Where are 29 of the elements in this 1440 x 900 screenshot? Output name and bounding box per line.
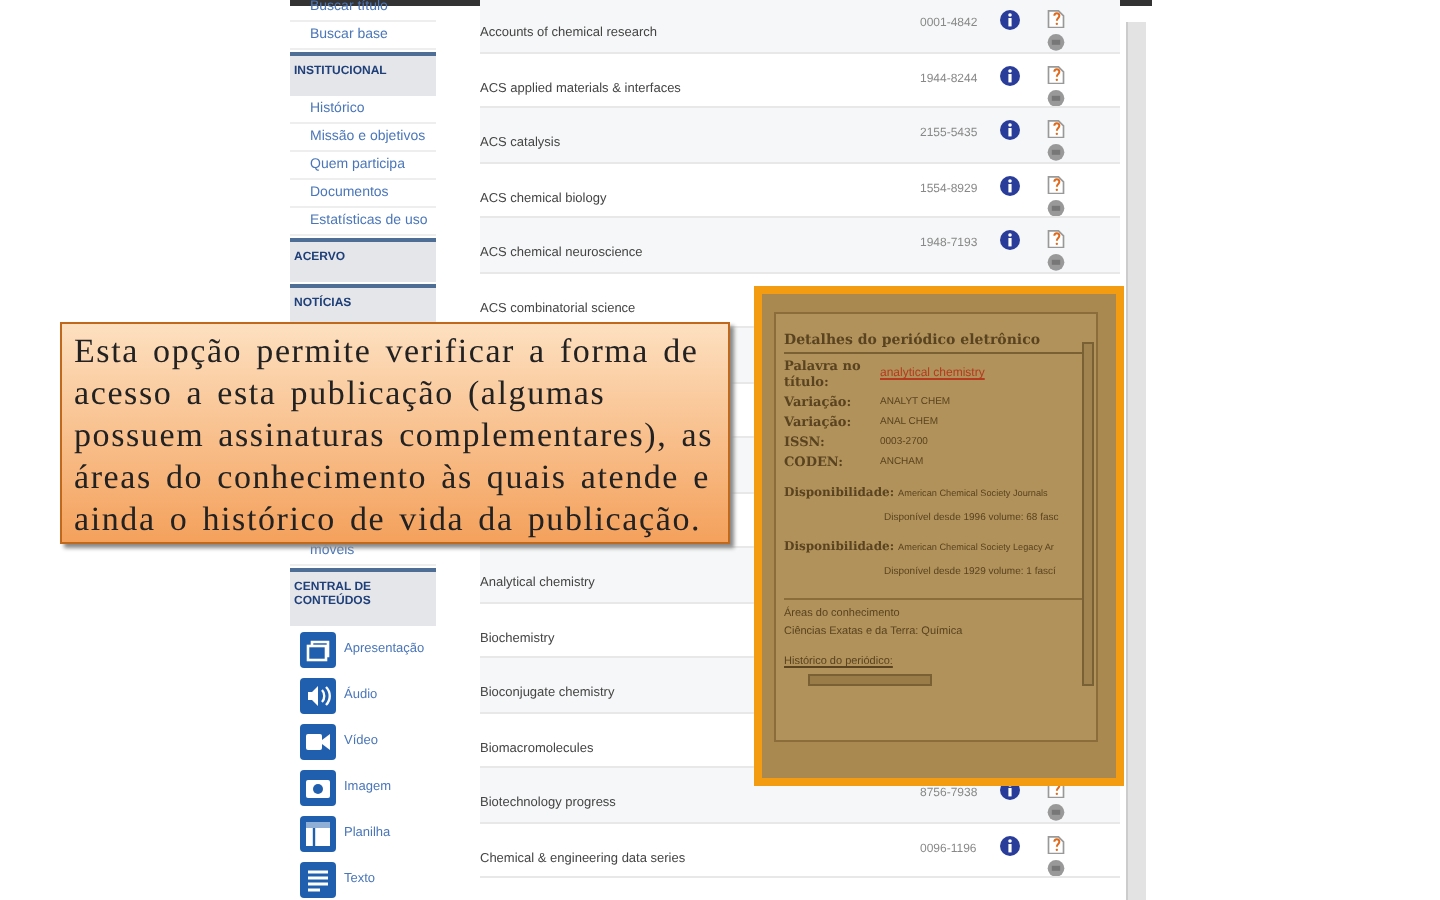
print-icon[interactable]: [1046, 254, 1066, 271]
print-icon[interactable]: [1046, 859, 1066, 876]
info-icon[interactable]: [1000, 120, 1020, 140]
vertical-scrollbar[interactable]: [1082, 342, 1094, 686]
info-icon[interactable]: [1000, 65, 1020, 85]
scrollbar[interactable]: [1126, 22, 1146, 900]
document-icon[interactable]: [1046, 10, 1066, 29]
info-icon[interactable]: [1000, 230, 1020, 250]
text-lines-icon: [300, 861, 336, 897]
print-icon[interactable]: [1046, 89, 1066, 106]
info-icon[interactable]: [1000, 835, 1020, 855]
video-camera-icon: [300, 723, 336, 759]
speaker-icon: [300, 677, 336, 713]
info-icon[interactable]: [1000, 175, 1020, 195]
spreadsheet-icon: [300, 815, 336, 851]
document-icon[interactable]: [1046, 835, 1066, 854]
document-icon[interactable]: [1046, 120, 1066, 139]
info-icon[interactable]: [1000, 10, 1020, 30]
camera-icon: [300, 769, 336, 805]
document-icon[interactable]: [1046, 175, 1066, 194]
print-icon[interactable]: [1046, 144, 1066, 161]
slides-icon: [300, 631, 336, 667]
document-icon[interactable]: [1046, 65, 1066, 84]
callout-text: Esta opção permite verificar a forma de acesso a esta publicação (algumas possuem assinaturas complementares), as áreas do conhecimento às quais atende e ainda o histórico de vida da publicação.: [60, 322, 730, 544]
horizontal-scrollbar[interactable]: [808, 674, 932, 686]
document-icon[interactable]: [1046, 230, 1066, 249]
print-icon[interactable]: [1046, 34, 1066, 51]
print-icon[interactable]: [1046, 199, 1066, 216]
print-icon[interactable]: [1046, 804, 1066, 821]
